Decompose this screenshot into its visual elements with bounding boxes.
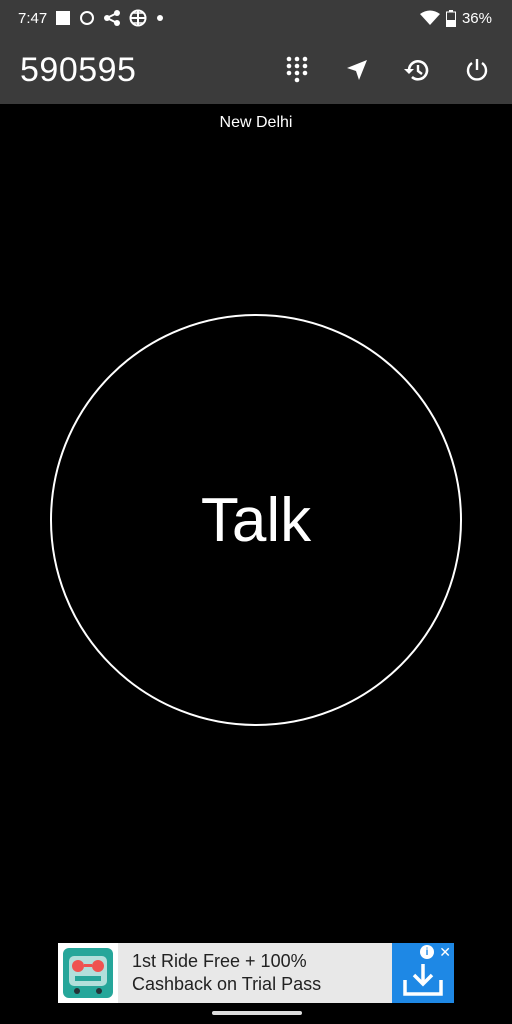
circle-notification-icon (80, 11, 95, 25)
location-label: New Delhi (219, 114, 293, 131)
power-icon (466, 59, 488, 81)
navigation-arrow-icon (347, 60, 367, 80)
status-time: 7:47 (18, 9, 48, 27)
ad-close-icon[interactable]: ✕ (439, 944, 451, 961)
power-button[interactable] (458, 51, 496, 89)
toolbar (278, 51, 496, 89)
grid-globe-icon (129, 9, 147, 27)
history-button[interactable] (398, 51, 436, 89)
talk-button[interactable]: Talk (50, 314, 462, 726)
history-icon (404, 60, 429, 81)
download-icon (403, 964, 443, 996)
app-bar: 590595 (0, 36, 512, 104)
square-notification-icon (56, 11, 71, 25)
ad-download-button[interactable]: i ✕ (392, 943, 454, 1003)
location-button[interactable] (338, 51, 376, 89)
status-left: 7:47 (18, 9, 165, 27)
ad-text: 1st Ride Free + 100% Cashback on Trial P… (118, 950, 392, 996)
status-right: 36% (419, 9, 492, 27)
dialpad-button[interactable] (278, 51, 316, 89)
ad-line-1: 1st Ride Free + 100% (132, 951, 307, 971)
dot-icon (157, 15, 164, 21)
ad-logo (58, 943, 118, 1003)
ad-line-2: Cashback on Trial Pass (132, 974, 322, 994)
wifi-icon (419, 10, 440, 25)
battery-percent: 36% (461, 9, 492, 27)
app-title: 590595 (20, 50, 137, 89)
share-icon (104, 10, 121, 26)
dialpad-icon (286, 56, 308, 83)
bus-logo-icon (63, 948, 113, 998)
ad-banner[interactable]: 1st Ride Free + 100% Cashback on Trial P… (58, 943, 454, 1003)
ad-info-icon[interactable]: i (420, 945, 434, 959)
talk-label: Talk (200, 485, 312, 555)
status-bar: 7:47 36% (0, 0, 512, 36)
gesture-nav-handle[interactable] (212, 1011, 302, 1015)
battery-icon (445, 9, 456, 27)
